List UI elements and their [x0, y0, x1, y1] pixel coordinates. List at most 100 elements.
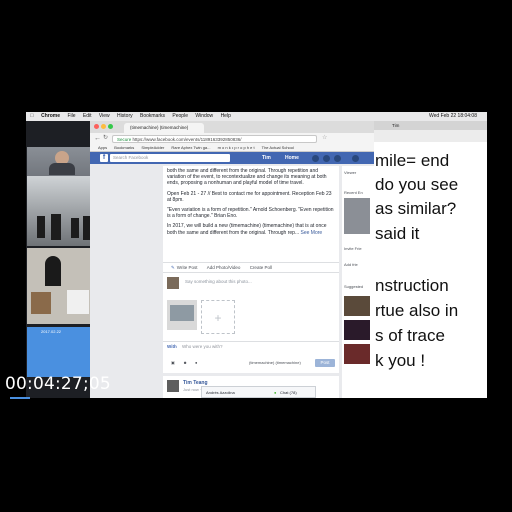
whiteboard-text-line: s of trace: [375, 326, 445, 345]
attached-photo-thumbnail[interactable]: [167, 300, 197, 330]
friends-icon[interactable]: [312, 155, 319, 162]
notifications-icon[interactable]: [334, 155, 341, 162]
tab-create-poll[interactable]: Create Poll: [250, 265, 272, 270]
url-text: https://www.facebook.com/events/11891633…: [132, 137, 242, 142]
whiteboard-text-line: do you see: [375, 175, 459, 194]
menu-chrome[interactable]: Chrome: [41, 113, 60, 119]
apple-icon[interactable]: : [30, 113, 34, 119]
person-silhouette: [45, 256, 61, 286]
avatar[interactable]: [167, 380, 179, 392]
description-paragraph: both the same and different from the ori…: [167, 168, 327, 187]
browser-title-bar: (timemachine) (timemachine): [90, 121, 374, 133]
recent-thumbnail[interactable]: [344, 198, 370, 234]
whiteboard-text-line: k you !: [375, 351, 426, 370]
menu-people[interactable]: People: [172, 113, 188, 119]
chat-friend-name[interactable]: Andrés Azzolina: [206, 387, 235, 399]
suggested-thumbnail[interactable]: [344, 296, 370, 316]
video-tile-blue[interactable]: 2017.02.22: [27, 327, 97, 377]
help-icon[interactable]: [352, 155, 359, 162]
bookmark-aphex[interactable]: Rare Aphex Twin ga...: [171, 145, 210, 150]
participant-body: [49, 163, 75, 175]
tab-add-photo[interactable]: Add Photo/Video: [207, 265, 241, 270]
menu-view[interactable]: View: [99, 113, 110, 119]
progress-mark: [10, 397, 30, 399]
sidebar-label: Recent En: [344, 190, 363, 195]
suggested-thumbnail[interactable]: [344, 320, 370, 340]
add-photo-icon[interactable]: +: [201, 300, 235, 334]
visitor-silhouette: [71, 218, 79, 238]
chrome-window: (timemachine) (timemachine) ← ↻ Secure h…: [90, 121, 374, 398]
facebook-top-bar: f Search Facebook Tim Home: [90, 152, 374, 164]
address-bar[interactable]: Secure https://www.facebook.com/events/1…: [112, 135, 317, 143]
bookmark-monkprophet[interactable]: m o n k • p r o p h e t: [218, 145, 255, 150]
visitor-silhouette: [37, 216, 45, 238]
bookmark-bookmarks[interactable]: Bookmarks: [114, 145, 134, 150]
online-dot-icon: ●: [274, 390, 277, 395]
see-more-link[interactable]: See More: [301, 230, 323, 236]
chair-shape: [67, 290, 89, 314]
tag-icon[interactable]: ☻: [183, 357, 187, 369]
event-description: both the same and different from the ori…: [167, 168, 335, 240]
menu-help[interactable]: Help: [221, 113, 231, 119]
whiteboard-text-line: rtue also in: [375, 301, 459, 320]
minimize-window-icon[interactable]: [101, 124, 106, 129]
tab-write-post[interactable]: Write Post: [177, 265, 198, 270]
whiteboard-text-line: mile= end: [375, 151, 450, 170]
description-paragraph: Open Feb 21 - 27 // Best to contact me f…: [167, 190, 332, 203]
back-icon[interactable]: ←: [94, 133, 101, 144]
menubar-clock: Wed Feb 22 18:04:08: [429, 113, 477, 119]
profile-link[interactable]: Tim: [262, 154, 271, 162]
composer-input[interactable]: Say something about this photo...: [185, 279, 252, 284]
whiteboard-text-line: nstruction: [375, 276, 449, 295]
right-sidebar: Viewer Recent En Invite Frie Add frie Su…: [342, 166, 374, 398]
menu-file[interactable]: File: [67, 113, 75, 119]
description-paragraph: In 2017, we will build a new (timemachin…: [167, 223, 327, 236]
tag-people-row[interactable]: With Who were you with?: [163, 341, 339, 351]
messages-icon[interactable]: [323, 155, 330, 162]
home-link[interactable]: Home: [285, 154, 299, 162]
sidebar-label: Viewer: [344, 170, 357, 175]
photo-icon[interactable]: ▣: [171, 357, 175, 369]
browser-tab[interactable]: (timemachine) (timemachine): [124, 123, 204, 133]
location-icon[interactable]: ●: [195, 357, 197, 369]
whiteboard-window: Tim mile= end do you see as similar? sai…: [374, 121, 487, 398]
menu-history[interactable]: History: [117, 113, 133, 119]
menu-edit[interactable]: Edit: [83, 113, 92, 119]
facebook-search-input[interactable]: Search Facebook: [110, 154, 230, 162]
bookmark-apps[interactable]: Apps: [98, 145, 107, 150]
menu-window[interactable]: Window: [195, 113, 213, 119]
whiteboard-text-line: as similar?: [375, 199, 457, 218]
secure-label: Secure: [117, 137, 132, 142]
event-main-column: both the same and different from the ori…: [163, 166, 339, 398]
sidebar-label: Suggested: [344, 284, 364, 289]
description-paragraph: "Even variation is a form of repetition.…: [167, 207, 334, 220]
with-input[interactable]: Who were you with?: [182, 344, 223, 349]
bookmark-actual-school[interactable]: The Actual School: [262, 145, 294, 150]
post-composer: ✎ Write Post Add Photo/Video Create Poll …: [163, 262, 339, 354]
whiteboard-toolbar[interactable]: [374, 130, 487, 142]
chat-label[interactable]: Chat (78): [280, 387, 297, 399]
facebook-logo-icon[interactable]: f: [100, 154, 108, 162]
bookmarks-bar: Apps Bookmarks SimpleAdder Rare Aphex Tw…: [90, 144, 374, 152]
visitor-silhouette: [51, 214, 61, 240]
whiteboard-text-line: said it: [375, 224, 420, 243]
close-window-icon[interactable]: [94, 124, 99, 129]
video-call-panel: Current Call 2017.02.22: [26, 121, 98, 398]
audience-selector[interactable]: (timemachine) (timemachine): [249, 357, 301, 369]
timecode-overlay: 00:04:27;05: [5, 374, 111, 394]
menu-bookmarks[interactable]: Bookmarks: [140, 113, 165, 119]
video-tile-room[interactable]: [27, 248, 97, 324]
reload-icon[interactable]: ↻: [103, 133, 108, 144]
sidebar-label[interactable]: Add frie: [344, 262, 358, 267]
bookmark-simpleadder[interactable]: SimpleAdder: [141, 145, 164, 150]
chat-bar[interactable]: Andrés Azzolina ● Chat (78): [201, 386, 316, 398]
post-button[interactable]: Post: [315, 359, 335, 367]
video-tile-gallery[interactable]: [27, 176, 97, 246]
suggested-thumbnail[interactable]: [344, 344, 370, 364]
with-label: With: [167, 344, 177, 349]
chair-shape: [31, 292, 51, 314]
zoom-window-icon[interactable]: [108, 124, 113, 129]
composer-tabs: ✎ Write Post Add Photo/Video Create Poll: [163, 263, 339, 273]
composer-actions: ▣ ☻ ● (timemachine) (timemachine) Post: [163, 357, 339, 369]
star-icon[interactable]: ☆: [322, 133, 327, 144]
